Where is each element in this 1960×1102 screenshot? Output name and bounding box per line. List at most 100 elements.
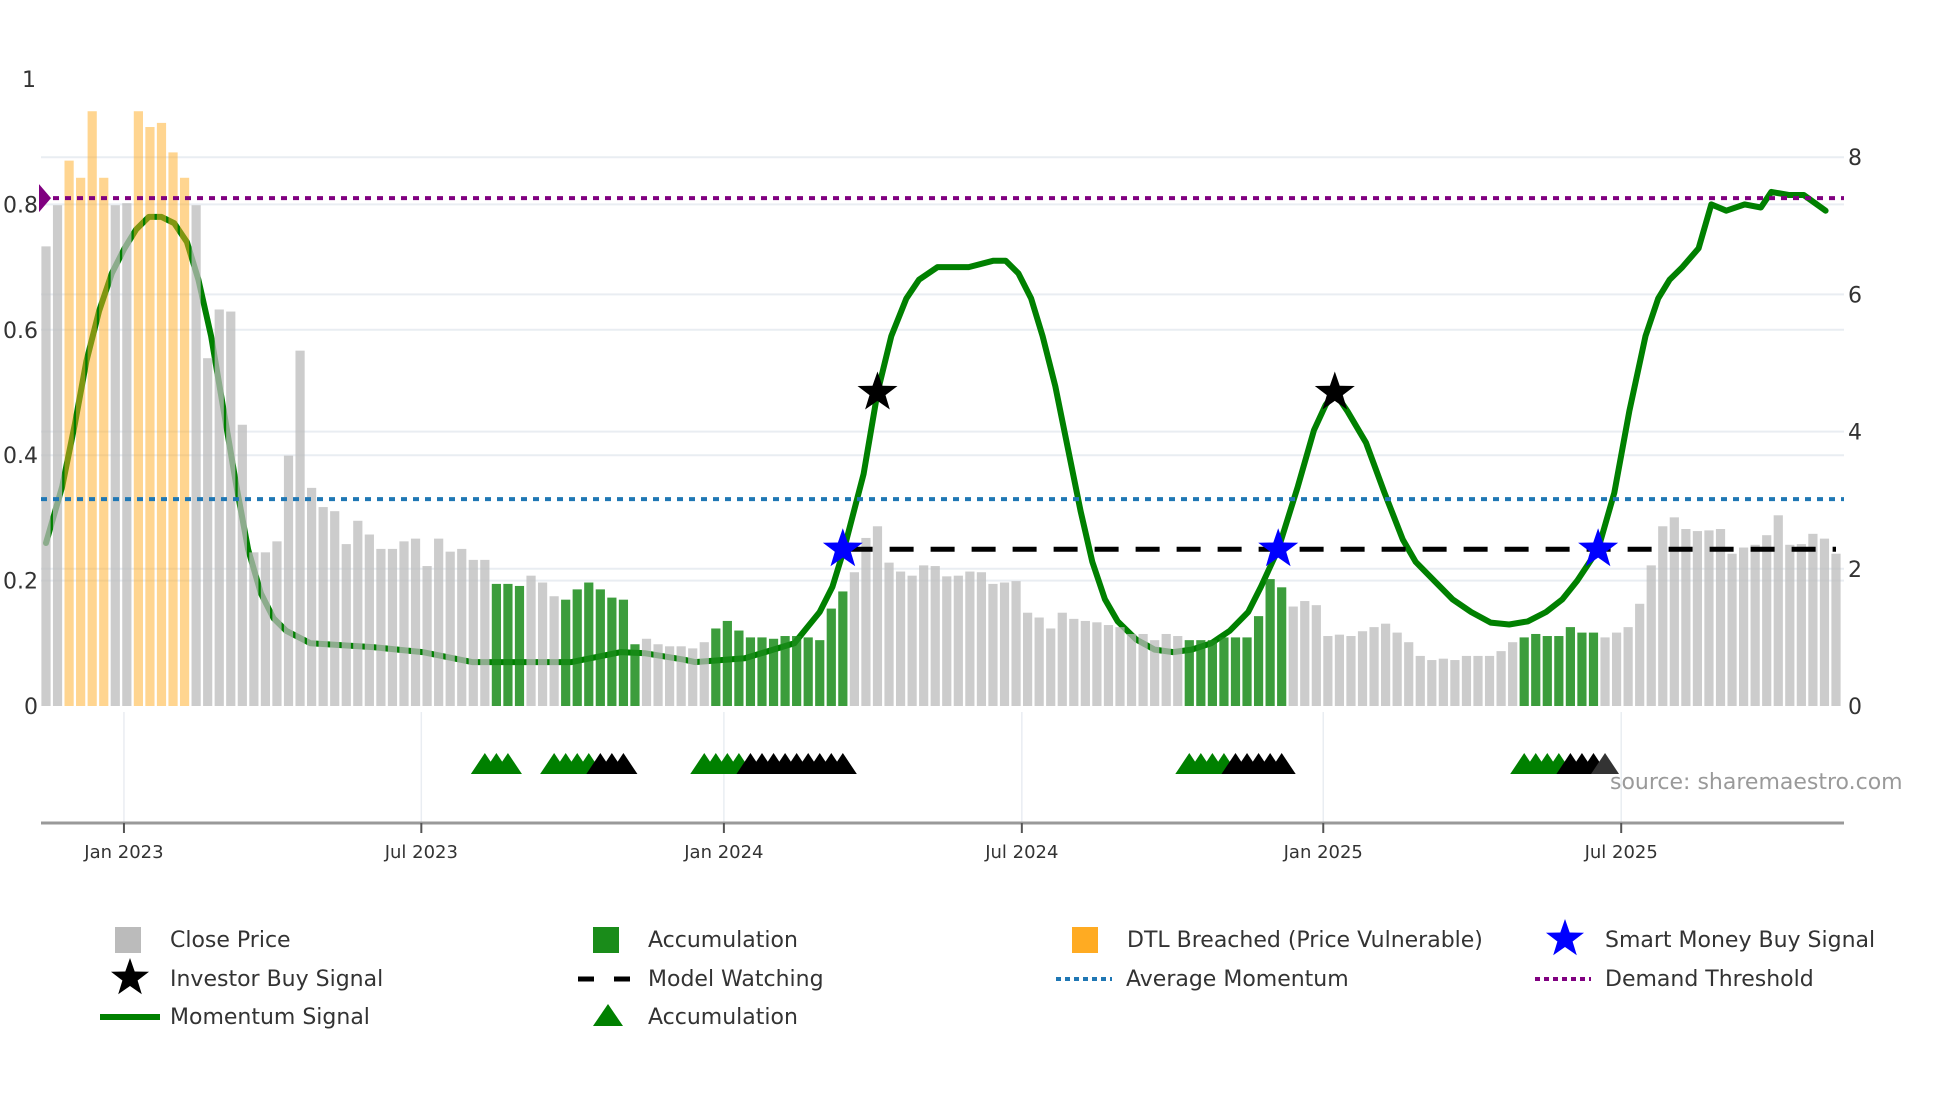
close-price-bar bbox=[1658, 526, 1668, 706]
accumulation-bar bbox=[1588, 632, 1599, 706]
close-price-bar bbox=[422, 566, 432, 706]
close-price-bar bbox=[699, 642, 709, 706]
close-price-bar bbox=[1646, 565, 1656, 706]
close-price-bar bbox=[1161, 633, 1171, 706]
close-price-bar bbox=[1438, 658, 1448, 706]
close-price-bar bbox=[1715, 529, 1726, 706]
close-price-bar bbox=[1323, 636, 1333, 706]
dtl-breached-bar bbox=[179, 177, 190, 706]
x-tick-label: Jan 2023 bbox=[83, 842, 163, 863]
close-price-bar bbox=[480, 559, 490, 706]
accumulation-bar bbox=[826, 608, 836, 706]
accumulation-bar bbox=[630, 644, 640, 706]
dtl-breached-bar bbox=[145, 127, 155, 707]
close-price-bar bbox=[226, 311, 236, 706]
close-price-bar bbox=[1080, 620, 1090, 706]
close-price-bar bbox=[849, 572, 859, 706]
close-price-bar bbox=[318, 507, 328, 706]
close-price-bar bbox=[1750, 544, 1760, 706]
close-price-bar bbox=[653, 644, 663, 706]
dtl-breached-bar bbox=[76, 177, 86, 706]
accumulation-bar bbox=[1219, 637, 1229, 706]
accumulation-markers bbox=[470, 753, 1620, 774]
close-price-bar bbox=[1334, 634, 1345, 706]
close-price-bar bbox=[1669, 517, 1679, 706]
close-price-bar bbox=[1473, 655, 1483, 706]
left-axis-label: 0.8 bbox=[3, 193, 38, 218]
accumulation-bar bbox=[722, 620, 732, 706]
dtl-breached-bar bbox=[99, 177, 109, 706]
close-price-bar bbox=[457, 548, 467, 706]
signal-markers bbox=[822, 371, 1619, 567]
left-axis-label: 0 bbox=[24, 695, 38, 720]
close-price-bar bbox=[1346, 636, 1356, 706]
close-price-bar bbox=[1819, 538, 1830, 706]
close-price-bar bbox=[1046, 628, 1056, 706]
source-attribution: source: sharemaestro.com bbox=[1610, 770, 1903, 795]
close-price-bar bbox=[1381, 623, 1391, 706]
accumulation-bar bbox=[572, 589, 582, 706]
close-price-bar bbox=[919, 565, 929, 706]
dtl-breached-bar bbox=[64, 160, 74, 706]
close-price-bar bbox=[1150, 640, 1160, 706]
close-price-bar bbox=[272, 541, 282, 706]
close-price-bar bbox=[1739, 547, 1749, 706]
left-axis-label: 0.4 bbox=[3, 444, 38, 469]
smart-money-buy-star bbox=[1258, 528, 1299, 567]
close-price-bar bbox=[434, 538, 444, 706]
close-price-bar bbox=[1357, 631, 1368, 706]
accumulation-bar bbox=[1253, 616, 1264, 706]
close-price-bar bbox=[665, 646, 675, 706]
left-axis-label: 1 bbox=[22, 68, 36, 93]
x-tick-label: Jul 2024 bbox=[984, 842, 1058, 863]
accumulation-bar bbox=[1207, 640, 1217, 706]
accumulation-bar bbox=[584, 582, 594, 706]
close-price-bar bbox=[930, 566, 940, 706]
accumulation-bar bbox=[1265, 579, 1275, 706]
close-price-bar bbox=[1450, 660, 1460, 706]
close-price-bar bbox=[1126, 633, 1137, 706]
close-price-bar bbox=[1727, 553, 1737, 706]
close-price-bar bbox=[1692, 531, 1703, 706]
close-price-bar bbox=[1773, 515, 1783, 706]
x-tick-label: Jan 2025 bbox=[1283, 842, 1363, 863]
dtl-breached-bar bbox=[87, 111, 97, 707]
accumulation-bar bbox=[1196, 640, 1206, 706]
close-price-bar bbox=[341, 544, 351, 706]
close-price-bar bbox=[1300, 601, 1310, 706]
accumulation-bar bbox=[803, 637, 813, 706]
demand-threshold-marker bbox=[39, 184, 51, 213]
close-price-bar bbox=[965, 571, 975, 706]
close-price-bar bbox=[1508, 642, 1518, 706]
accumulation-bar bbox=[491, 583, 501, 706]
close-price-bars bbox=[41, 111, 1841, 707]
accumulation-bar bbox=[711, 628, 721, 706]
x-tick-label: Jan 2024 bbox=[683, 842, 763, 863]
x-tick-label: Jul 2025 bbox=[1584, 842, 1658, 863]
close-price-bar bbox=[1796, 544, 1806, 706]
close-price-bar bbox=[1415, 655, 1425, 706]
close-price-bar bbox=[1611, 632, 1622, 706]
accumulation-bar bbox=[838, 591, 848, 706]
right-axis-label: 8 bbox=[1848, 146, 1862, 171]
close-price-bar bbox=[330, 511, 340, 706]
close-price-bar bbox=[110, 205, 120, 706]
dtl-breached-bar bbox=[156, 122, 167, 706]
accumulation-bar bbox=[1577, 632, 1587, 706]
close-price-bar bbox=[872, 526, 883, 706]
accumulation-bar bbox=[561, 599, 571, 706]
close-price-bar bbox=[1762, 535, 1772, 706]
accumulation-bar bbox=[1542, 636, 1552, 706]
close-price-bar bbox=[307, 487, 317, 706]
close-price-bar bbox=[1092, 622, 1102, 706]
close-price-bar bbox=[1704, 530, 1714, 706]
investor-buy-star bbox=[1314, 371, 1355, 410]
close-price-bar bbox=[1681, 529, 1691, 706]
accumulation-bar bbox=[1184, 640, 1194, 706]
close-price-bar bbox=[1496, 651, 1506, 706]
close-price-bar bbox=[1484, 655, 1495, 706]
close-price-bar bbox=[399, 541, 409, 706]
accumulation-bar bbox=[1531, 633, 1541, 706]
lower-panel-gridlines bbox=[123, 712, 1622, 823]
close-price-bar bbox=[387, 548, 398, 706]
